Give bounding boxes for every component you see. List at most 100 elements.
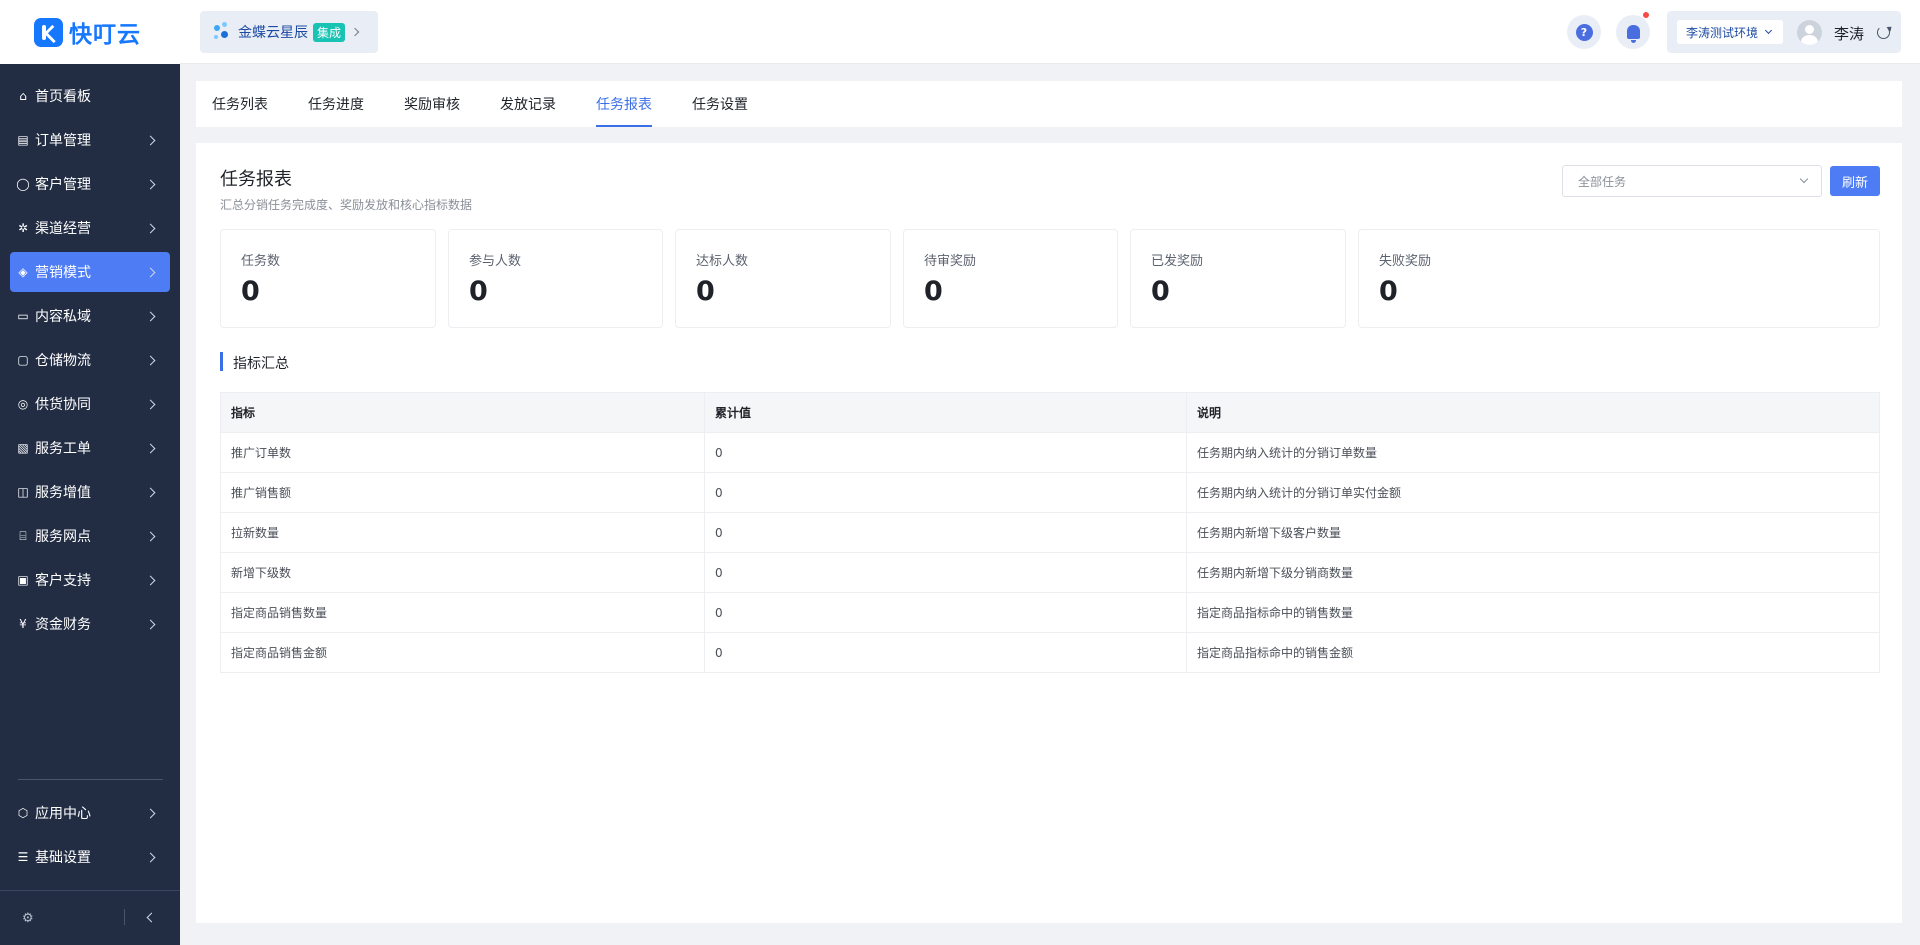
table-row: 指定商品销售数量 0 指定商品指标命中的销售数量 <box>220 592 1880 633</box>
sidebar-item-sliders[interactable]: ☰ 基础设置 <box>10 837 170 877</box>
metric-name-cell: 推广销售额 <box>220 472 705 513</box>
chevron-down-icon <box>1764 26 1773 35</box>
sidebar-item-label: 供货协同 <box>35 397 91 413</box>
sidebar-item-label: 资金财务 <box>35 617 91 633</box>
sidebar-item-support[interactable]: ▣ 客户支持 <box>10 560 170 600</box>
chevron-right-icon <box>350 27 360 37</box>
chevron-right-icon <box>145 575 156 585</box>
sidebar-item-label: 订单管理 <box>35 133 91 149</box>
username[interactable]: 李涛 <box>1834 23 1864 44</box>
sliders-icon: ☰ <box>17 850 29 864</box>
page-subtitle: 汇总分销任务完成度、奖励发放和核心指标数据 <box>220 198 473 212</box>
chevron-right-icon <box>145 619 156 629</box>
chevron-right-icon <box>145 399 156 409</box>
sidebar-item-image[interactable]: ▭ 内容私域 <box>10 296 170 336</box>
metric-name-cell: 指定商品销售金额 <box>220 632 705 673</box>
chevron-right-icon <box>145 531 156 541</box>
bell-icon <box>1626 25 1640 43</box>
section-title: 指标汇总 <box>233 356 289 372</box>
metric-description-cell: 任务期内新增下级分销商数量 <box>1186 552 1880 593</box>
sidebar-item-label: 客户管理 <box>35 177 91 193</box>
metric-name-cell: 拉新数量 <box>220 512 705 553</box>
brand-logo-icon <box>34 17 63 47</box>
sidebar-footer: ⚙ <box>0 890 180 945</box>
stat-value: 0 <box>1379 276 1398 307</box>
tab-6[interactable]: 任务设置 <box>692 81 748 127</box>
tag-icon: ◈ <box>18 265 28 279</box>
chevron-right-icon <box>145 311 156 321</box>
table-row: 指定商品销售金额 0 指定商品指标命中的销售金额 <box>220 632 1880 673</box>
sidebar-item-order[interactable]: ▤ 订单管理 <box>10 120 170 160</box>
stat-value: 0 <box>1151 276 1170 307</box>
table-row: 推广销售额 0 任务期内纳入统计的分销订单实付金额 <box>220 472 1880 513</box>
tab-2[interactable]: 任务进度 <box>308 81 364 127</box>
metric-value-cell: 0 <box>704 512 1187 553</box>
environment-select[interactable]: 李涛测试环境 <box>1677 20 1783 44</box>
sidebar-item-cube[interactable]: ⬡ 应用中心 <box>10 793 170 833</box>
collapse-chevron-icon[interactable] <box>146 912 157 923</box>
avatar[interactable] <box>1797 20 1822 45</box>
stat-label: 达标人数 <box>696 254 749 269</box>
main-content: 任务报表 汇总分销任务完成度、奖励发放和核心指标数据 全部任务 刷新 任务数 0 参… <box>196 143 1902 923</box>
column-header-value: 累计值 <box>704 392 1187 433</box>
sidebar-divider <box>18 779 163 780</box>
task-filter-value: 全部任务 <box>1578 174 1627 189</box>
metric-description-cell: 任务期内纳入统计的分销订单数量 <box>1186 432 1880 473</box>
task-filter-select[interactable]: 全部任务 <box>1562 165 1822 197</box>
integration-badge: 集成 <box>313 22 346 42</box>
sidebar-item-ticket[interactable]: ▧ 服务工单 <box>10 428 170 468</box>
settings-gear-icon[interactable]: ⚙ <box>22 911 34 926</box>
sidebar-item-tag[interactable]: ◈ 营销模式 <box>10 252 170 292</box>
sidebar-item-home[interactable]: ⌂ 首页看板 <box>10 76 170 116</box>
metric-value-cell: 0 <box>704 432 1187 473</box>
sidebar-item-bag[interactable]: ◫ 服务增值 <box>10 472 170 512</box>
sidebar-item-channel[interactable]: ✲ 渠道经营 <box>10 208 170 248</box>
chevron-right-icon <box>145 487 156 497</box>
chevron-right-icon <box>145 179 156 189</box>
sidebar-item-label: 渠道经营 <box>35 221 91 237</box>
sidebar-item-user[interactable]: ◯ 客户管理 <box>10 164 170 204</box>
column-header-description: 说明 <box>1186 392 1880 433</box>
sidebar-item-label: 基础设置 <box>35 850 91 866</box>
column-header-metric: 指标 <box>220 392 705 433</box>
chevron-right-icon <box>145 223 156 233</box>
metric-name-cell: 指定商品销售数量 <box>220 592 705 633</box>
tab-4[interactable]: 发放记录 <box>500 81 556 127</box>
home-icon: ⌂ <box>19 89 27 103</box>
metric-description-cell: 指定商品指标命中的销售数量 <box>1186 592 1880 633</box>
metric-value-cell: 0 <box>704 552 1187 593</box>
org-switcher[interactable]: 金蝶云星辰 集成 <box>200 11 378 53</box>
notification-dot <box>1643 12 1649 18</box>
metric-name-cell: 新增下级数 <box>220 552 705 593</box>
reload-icon[interactable] <box>1877 26 1890 39</box>
tab-5[interactable]: 任务报表 <box>596 81 652 127</box>
store-icon: ⌸ <box>19 528 27 543</box>
metric-description-cell: 任务期内新增下级客户数量 <box>1186 512 1880 553</box>
stat-card: 失败奖励 0 <box>1358 229 1880 328</box>
metric-value-cell: 0 <box>704 592 1187 633</box>
sidebar-item-yen[interactable]: ¥ 资金财务 <box>10 604 170 644</box>
ticket-icon: ▧ <box>17 441 29 455</box>
notification-button[interactable] <box>1616 12 1650 49</box>
table-row: 拉新数量 0 任务期内新增下级客户数量 <box>220 512 1880 553</box>
help-icon: ? <box>1575 23 1593 41</box>
section-accent-bar <box>220 352 223 371</box>
sidebar: 快叮云 ⌂ 首页看板 ▤ 订单管理 ◯ 客户管理 ✲ 渠道经营 ◈ 营销模式 ▭ 内容私域 ▢ 仓储物流 ◎… <box>0 0 180 945</box>
metric-value-cell: 0 <box>704 632 1187 673</box>
sidebar-item-store[interactable]: ⌸ 服务网点 <box>10 516 170 556</box>
footer-separator <box>124 909 125 925</box>
refresh-button[interactable]: 刷新 <box>1830 166 1880 196</box>
help-button[interactable]: ? <box>1567 15 1601 49</box>
tab-1[interactable]: 任务列表 <box>212 81 268 127</box>
sidebar-item-box[interactable]: ▢ 仓储物流 <box>10 340 170 380</box>
user-icon: ◯ <box>16 177 30 191</box>
brand-logo[interactable]: 快叮云 <box>0 0 180 64</box>
tab-3[interactable]: 奖励审核 <box>404 81 460 127</box>
table-row: 推广订单数 0 任务期内纳入统计的分销订单数量 <box>220 432 1880 473</box>
sidebar-item-supply[interactable]: ◎ 供货协同 <box>10 384 170 424</box>
sidebar-item-label: 客户支持 <box>35 573 91 589</box>
stat-value: 0 <box>241 276 260 307</box>
top-header: 金蝶云星辰 集成 ? 李涛测试环境 李涛 <box>180 0 1920 64</box>
org-logo-icon <box>214 22 232 42</box>
supply-icon: ◎ <box>17 397 29 411</box>
